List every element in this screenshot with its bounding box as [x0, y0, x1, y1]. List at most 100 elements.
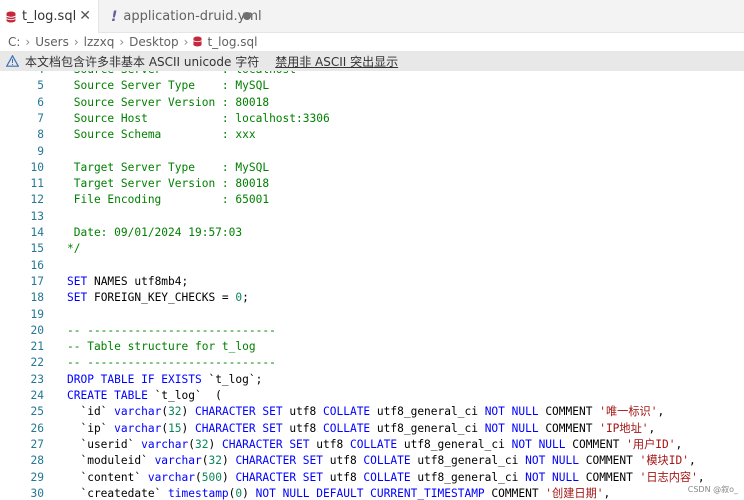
- line-number: 17: [30, 274, 44, 288]
- code-token: utf8: [282, 421, 324, 435]
- code-line[interactable]: 9: [0, 144, 744, 160]
- code-token: NOT NULL: [511, 437, 566, 451]
- code-token: ): [242, 486, 256, 500]
- code-line[interactable]: 21 -- Table structure for t_log: [0, 339, 744, 355]
- code-token: NOT NULL DEFAULT CURRENT_TIMESTAMP: [255, 486, 485, 500]
- code-token: ): [208, 437, 222, 451]
- code-token: ;: [242, 291, 249, 305]
- code-token: `t_log` (: [147, 389, 222, 402]
- breadcrumb-item-users[interactable]: Users: [35, 35, 69, 49]
- breadcrumb-item-user[interactable]: lzzxq: [84, 35, 115, 49]
- code-token: `id`: [67, 405, 115, 419]
- code-line[interactable]: 12 File Encoding : 65001: [0, 192, 744, 208]
- banner-message: 本文档包含许多非基本 ASCII unicode 字符: [25, 54, 260, 69]
- code-token: NOT NULL: [484, 421, 539, 435]
- code-line[interactable]: 6 Source Server Version : 80018: [0, 95, 744, 111]
- code-text: File Encoding : 65001: [67, 192, 269, 208]
- code-text: `id` varchar(32) CHARACTER SET utf8 COLL…: [67, 404, 664, 420]
- tab-label: t_log.sql: [22, 9, 77, 24]
- code-token: ): [181, 405, 196, 419]
- code-token: `userid`: [67, 437, 142, 451]
- code-token: 500: [201, 470, 222, 484]
- code-token: Source Server Type : MySQL: [67, 79, 270, 93]
- code-line[interactable]: 20 -- ----------------------------: [0, 323, 744, 339]
- breadcrumb-item-drive[interactable]: C:: [8, 35, 20, 49]
- exclamation-icon: !: [111, 8, 118, 25]
- code-token: utf8: [309, 437, 350, 451]
- tab-bar: t_log.sql ✕ ! application-druid.yml: [0, 0, 744, 33]
- code-token: utf8_general_ci: [397, 437, 512, 451]
- code-text: */: [67, 241, 80, 257]
- line-number: 10: [30, 160, 44, 174]
- code-token: varchar: [141, 437, 189, 451]
- code-text: `userid` varchar(32) CHARACTER SET utf8 …: [67, 437, 682, 453]
- code-token: Target Server Version : 80018: [67, 177, 270, 191]
- code-line[interactable]: 13: [0, 209, 744, 225]
- breadcrumb: C: › Users › lzzxq › Desktop › t_log.sql: [0, 33, 744, 50]
- code-line[interactable]: 26 `ip` varchar(15) CHARACTER SET utf8 C…: [0, 421, 744, 437]
- code-token: DROP TABLE IF EXISTS: [67, 372, 202, 386]
- code-line[interactable]: 25 `id` varchar(32) CHARACTER SET utf8 C…: [0, 404, 744, 420]
- code-editor[interactable]: 4 Source Server : localhost5 Source Serv…: [0, 71, 744, 500]
- code-text: Source Server Version : 80018: [67, 95, 269, 111]
- code-text: SET NAMES utf8mb4;: [67, 274, 188, 290]
- code-token: '用户ID': [626, 437, 676, 451]
- code-text: Source Host : localhost:3306: [67, 111, 330, 127]
- modified-dot-icon[interactable]: [243, 12, 251, 20]
- code-token: ,: [675, 437, 683, 451]
- code-line[interactable]: 19: [0, 307, 744, 323]
- code-line[interactable]: 24 CREATE TABLE `t_log` (: [0, 388, 744, 404]
- breadcrumb-item-file[interactable]: t_log.sql: [207, 35, 257, 49]
- code-line[interactable]: 23 DROP TABLE IF EXISTS `t_log`;: [0, 372, 744, 388]
- breadcrumb-item-desktop[interactable]: Desktop: [129, 35, 179, 49]
- chevron-right-icon: ›: [119, 34, 125, 49]
- code-token: varchar: [114, 405, 162, 419]
- code-token: COMMENT: [578, 454, 640, 468]
- tab-label: application-druid.yml: [123, 9, 262, 24]
- code-line[interactable]: 22 -- ----------------------------: [0, 355, 744, 371]
- code-text: -- ----------------------------: [67, 323, 276, 339]
- code-token: 32: [168, 405, 182, 419]
- code-line[interactable]: 7 Source Host : localhost:3306: [0, 111, 744, 127]
- code-line[interactable]: 10 Target Server Type : MySQL: [0, 160, 744, 176]
- code-line[interactable]: 27 `userid` varchar(32) CHARACTER SET ut…: [0, 437, 744, 453]
- code-token: COLLATE: [363, 454, 411, 468]
- code-line[interactable]: 16: [0, 258, 744, 274]
- code-line[interactable]: 11 Target Server Version : 80018: [0, 176, 744, 192]
- code-token: utf8: [282, 405, 324, 419]
- code-token: NOT NULL: [525, 470, 579, 484]
- code-token: -- ----------------------------: [67, 356, 276, 370]
- code-token: COLLATE: [323, 421, 371, 435]
- tab-t-log-sql[interactable]: t_log.sql ✕: [0, 0, 99, 33]
- code-text: `moduleid` varchar(32) CHARACTER SET utf…: [67, 453, 695, 469]
- code-line[interactable]: 17 SET NAMES utf8mb4;: [0, 274, 744, 290]
- code-token: varchar: [154, 454, 202, 468]
- code-token: Source Schema : xxx: [67, 128, 256, 142]
- code-line[interactable]: 28 `moduleid` varchar(32) CHARACTER SET …: [0, 453, 744, 469]
- code-line[interactable]: 15 */: [0, 241, 744, 257]
- code-line[interactable]: 30 `createdate` timestamp(0) NOT NULL DE…: [0, 486, 744, 500]
- code-text: Date: 09/01/2024 19:57:03: [67, 225, 242, 241]
- code-token: `t_log`;: [201, 372, 263, 386]
- line-number: 27: [30, 437, 44, 451]
- disable-highlight-link[interactable]: 禁用非 ASCII 突出显示: [275, 53, 398, 70]
- code-line[interactable]: 18 SET FOREIGN_KEY_CHECKS = 0;: [0, 290, 744, 306]
- code-token: CHARACTER SET: [235, 454, 323, 468]
- code-token: 32: [208, 454, 222, 468]
- line-number: 6: [37, 95, 44, 109]
- warning-icon: [6, 55, 19, 67]
- code-token: '创建日期': [545, 486, 604, 500]
- code-line[interactable]: 8 Source Schema : xxx: [0, 127, 744, 143]
- tab-application-druid-yml[interactable]: ! application-druid.yml: [99, 0, 262, 33]
- code-text: Target Server Type : MySQL: [67, 160, 269, 176]
- line-number: 5: [37, 79, 44, 93]
- line-number: 26: [30, 421, 44, 435]
- code-token: utf8_general_ci: [410, 470, 526, 484]
- code-line[interactable]: 29 `content` varchar(500) CHARACTER SET …: [0, 470, 744, 486]
- code-line[interactable]: 4 Source Server : localhost: [0, 71, 744, 78]
- code-line[interactable]: 14 Date: 09/01/2024 19:57:03: [0, 225, 744, 241]
- line-number: 20: [30, 323, 44, 337]
- line-number: 25: [30, 405, 44, 419]
- code-line[interactable]: 5 Source Server Type : MySQL: [0, 78, 744, 94]
- close-icon[interactable]: ✕: [79, 8, 91, 24]
